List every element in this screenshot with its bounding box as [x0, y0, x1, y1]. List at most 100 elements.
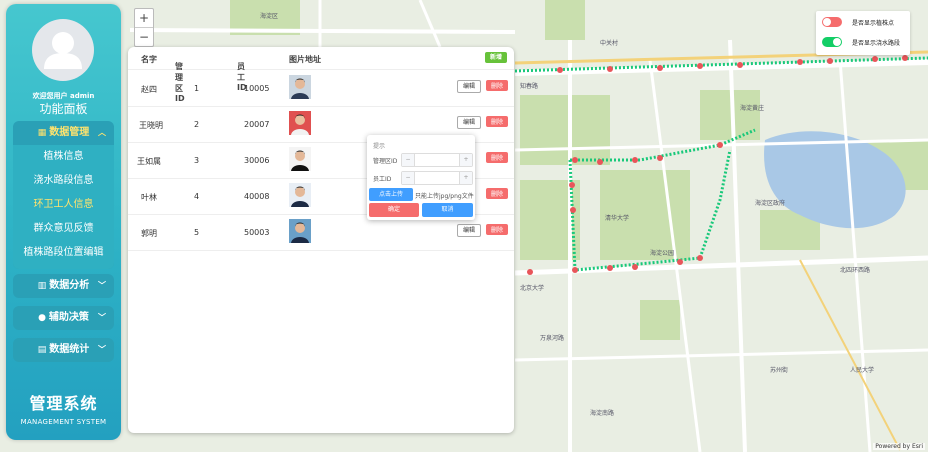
table-row: 赵四 1 10005 编辑 删除	[128, 70, 514, 107]
menu-item-sanitation-worker[interactable]: 环卫工人信息	[13, 193, 114, 217]
svg-text:中关村: 中关村	[600, 39, 618, 47]
menu-item-public-feedback[interactable]: 群众意见反馈	[13, 217, 114, 241]
worker-photo	[289, 111, 311, 135]
cell-name: 叶林	[141, 193, 157, 202]
person-photo-icon	[289, 147, 311, 171]
cell-staff-id: 10005	[244, 84, 270, 93]
cancel-button[interactable]: 取消	[422, 203, 473, 217]
worker-photo	[289, 219, 311, 243]
staff-id-label: 员工ID	[373, 176, 392, 183]
bar-chart-icon: ▥	[37, 281, 47, 291]
edit-button[interactable]: 编辑	[457, 116, 481, 129]
toggle-watering-routes-label: 是否显示浇水路段	[852, 40, 901, 47]
svg-text:北四环西路: 北四环西路	[840, 266, 870, 274]
person-photo-icon	[289, 111, 311, 135]
worker-photo	[289, 75, 311, 99]
document-icon: ▤	[37, 345, 47, 355]
map-attribution: Powered by Esri	[873, 443, 925, 450]
edit-button[interactable]: 编辑	[457, 224, 481, 237]
delete-button[interactable]: 删除	[486, 224, 508, 235]
menu-item-watering-section[interactable]: 浇水路段信息	[13, 169, 114, 193]
upload-hint: 只能上传jpg/png文件	[415, 193, 474, 200]
col-name: 名字	[141, 55, 157, 64]
menu-group-data-statistics: ▤ 数据统计 ﹀	[13, 338, 114, 362]
toggle-plant-points[interactable]	[822, 17, 842, 27]
worker-table-panel: 名字 管理区ID ⇕ 员工ID ⇕ 图片地址 新增 赵四 1 10005 编辑 …	[128, 47, 514, 433]
cell-staff-id: 20007	[244, 120, 270, 129]
svg-text:人民大学: 人民大学	[850, 366, 874, 374]
avatar	[32, 19, 94, 81]
decrement-button[interactable]: −	[402, 154, 415, 166]
cell-staff-id: 50003	[244, 228, 270, 237]
person-photo-icon	[289, 75, 311, 99]
person-photo-icon	[289, 183, 311, 207]
user-icon: ●	[38, 313, 46, 323]
worker-photo	[289, 183, 311, 207]
menu-data-management[interactable]: ▦ 数据管理 ︿	[13, 121, 114, 145]
zoom-in-button[interactable]: +	[135, 9, 153, 28]
sort-icon: ⇕	[237, 61, 244, 70]
menu-item-plant-section-edit[interactable]: 植株路段位置编辑	[13, 241, 114, 265]
menu-data-statistics[interactable]: ▤ 数据统计 ﹀	[13, 338, 114, 362]
decrement-button[interactable]: −	[402, 172, 415, 184]
edit-button[interactable]: 编辑	[457, 80, 481, 93]
svg-text:海淀公园: 海淀公园	[650, 249, 674, 257]
increment-button[interactable]: +	[459, 154, 472, 166]
brand-title: 管理系统	[29, 394, 98, 413]
menu-label: 数据管理	[49, 127, 90, 138]
layer-toggles: 是否显示植株点 是否显示浇水路段	[816, 11, 910, 55]
area-id-label: 管理区ID	[373, 158, 398, 165]
user-avatar-icon	[44, 32, 82, 69]
confirm-button[interactable]: 确定	[369, 203, 419, 217]
staff-id-stepper[interactable]: − +	[401, 171, 473, 185]
table-header: 名字 管理区ID ⇕ 员工ID ⇕ 图片地址 新增	[128, 47, 514, 103]
zoom-out-button[interactable]: −	[135, 28, 153, 46]
cell-area-id: 4	[194, 192, 200, 201]
sidebar: 欢迎您用户 admin 功能面板 ▦ 数据管理 ︿ 植株信息 浇水路段信息 环卫工…	[6, 4, 121, 440]
menu-data-analysis[interactable]: ▥ 数据分析 ﹀	[13, 274, 114, 298]
menu-item-plant-info[interactable]: 植株信息	[13, 145, 114, 169]
upload-button[interactable]: 点击上传	[369, 188, 413, 201]
chevron-down-icon: ﹀	[98, 281, 106, 290]
toggle-watering-routes[interactable]	[822, 37, 842, 47]
brand-subtitle: MANAGEMENT SYSTEM	[20, 418, 107, 426]
cell-area-id: 2	[194, 120, 200, 129]
cell-name: 赵四	[141, 85, 157, 94]
add-button[interactable]: 新增	[485, 52, 507, 63]
cell-staff-id: 30006	[244, 156, 270, 165]
increment-button[interactable]: +	[459, 172, 472, 184]
cell-name: 王晓明	[139, 121, 163, 130]
delete-button[interactable]: 删除	[486, 80, 508, 91]
menu-label: 辅助决策	[48, 312, 89, 323]
delete-button[interactable]: 删除	[486, 188, 508, 199]
svg-text:北京大学: 北京大学	[520, 284, 544, 292]
area-id-stepper[interactable]: − +	[401, 153, 473, 167]
person-photo-icon	[289, 219, 311, 243]
cell-name: 郭明	[141, 229, 157, 238]
edit-dialog: 提示 管理区ID − + 员工ID − + 点击上传 只能上传jpg/png文件…	[367, 135, 475, 220]
svg-text:海淀区政府: 海淀区政府	[755, 199, 785, 207]
sort-icon: ⇕	[175, 61, 182, 70]
toggle-knob	[833, 38, 841, 46]
submenu-data-management: 植株信息 浇水路段信息 环卫工人信息 群众意见反馈 植株路段位置编辑	[13, 145, 114, 269]
menu-label: 数据分析	[49, 280, 90, 291]
menu-decision-support[interactable]: ● 辅助决策 ﹀	[13, 306, 114, 330]
toggle-knob	[823, 18, 831, 26]
delete-button[interactable]: 删除	[486, 152, 508, 163]
cell-area-id: 3	[194, 156, 200, 165]
svg-text:万泉河路: 万泉河路	[540, 334, 564, 342]
cell-area-id: 5	[194, 228, 200, 237]
svg-text:海淀黄庄: 海淀黄庄	[740, 104, 764, 112]
map-zoom-control: + −	[134, 8, 154, 47]
menu-group-decision-support: ● 辅助决策 ﹀	[13, 306, 114, 330]
toggle-plant-points-label: 是否显示植株点	[852, 20, 895, 27]
dialog-title: 提示	[373, 143, 386, 150]
cell-area-id: 1	[194, 84, 200, 93]
col-photo: 图片地址	[289, 55, 321, 64]
svg-text:苏州街: 苏州街	[770, 366, 788, 374]
svg-text:海淀区: 海淀区	[260, 12, 278, 20]
delete-button[interactable]: 删除	[486, 116, 508, 127]
chevron-down-icon: ﹀	[98, 313, 106, 322]
svg-text:知春路: 知春路	[520, 82, 538, 90]
svg-text:清华大学: 清华大学	[605, 214, 629, 222]
